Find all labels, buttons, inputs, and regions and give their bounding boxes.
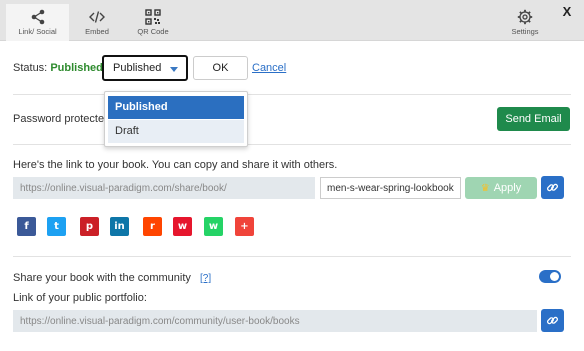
status-value: Published <box>50 62 103 74</box>
status-label: Status: <box>13 62 48 74</box>
reddit-icon[interactable]: r <box>143 217 162 236</box>
tab-link-social-label: Link/ Social <box>18 27 57 36</box>
copy-link-button[interactable] <box>541 176 564 199</box>
help-link[interactable]: [?] <box>200 273 211 284</box>
divider <box>13 144 571 145</box>
code-icon <box>89 11 105 23</box>
share-icon <box>31 9 44 25</box>
community-share-toggle[interactable] <box>539 270 561 283</box>
divider <box>13 94 571 95</box>
portfolio-label: Link of your public portfolio: <box>13 292 147 304</box>
community-share-label: Share your book with the community <box>13 272 191 284</box>
link-description: Here's the link to your book. You can co… <box>13 159 338 171</box>
settings-button[interactable]: Settings <box>497 4 553 41</box>
toggle-knob <box>550 272 559 281</box>
apply-button[interactable]: ♛ Apply <box>465 177 537 199</box>
status-select[interactable]: Published <box>102 55 188 81</box>
linkedin-icon[interactable]: in <box>110 217 129 236</box>
twitter-icon[interactable]: t <box>47 217 66 236</box>
password-protected-label: Password protected <box>13 113 111 125</box>
close-button[interactable]: X <box>560 5 574 19</box>
link-icon <box>546 183 559 192</box>
weibo-icon[interactable]: w <box>173 217 192 236</box>
divider <box>13 256 571 257</box>
more-icon[interactable]: + <box>235 217 254 236</box>
settings-label: Settings <box>511 27 539 36</box>
pinterest-icon[interactable]: p <box>80 217 99 236</box>
send-email-button[interactable]: Send Email <box>497 107 570 131</box>
link-icon <box>546 316 559 325</box>
status-option-draft[interactable]: Draft <box>108 120 244 143</box>
qr-code-icon <box>145 9 161 25</box>
gear-icon <box>517 9 533 25</box>
tab-embed[interactable]: Embed <box>73 4 121 41</box>
status-option-published[interactable]: Published <box>108 96 244 119</box>
tab-qr-code[interactable]: QR Code <box>124 4 182 41</box>
top-toolbar: Link/ Social Embed QR Code Settings X <box>0 0 584 41</box>
portfolio-url-input[interactable] <box>13 310 537 332</box>
ok-button[interactable]: OK <box>193 56 248 80</box>
status-row: Status: Published <box>13 62 103 74</box>
status-dropdown-menu: Published Draft <box>104 91 248 147</box>
crown-icon: ♛ <box>480 182 490 194</box>
community-share-row: Share your book with the community [?] <box>13 272 211 284</box>
share-url-input[interactable] <box>13 177 315 199</box>
tab-qr-code-label: QR Code <box>137 27 169 36</box>
tab-embed-label: Embed <box>85 27 109 36</box>
apply-label: Apply <box>493 182 522 194</box>
copy-portfolio-link-button[interactable] <box>541 309 564 332</box>
tab-link-social[interactable]: Link/ Social <box>6 4 69 41</box>
book-slug-input[interactable] <box>320 177 461 199</box>
status-select-value: Published <box>113 62 162 74</box>
facebook-icon[interactable]: f <box>17 217 36 236</box>
whatsapp-icon[interactable]: w <box>204 217 223 236</box>
chevron-down-icon <box>170 67 178 72</box>
cancel-link[interactable]: Cancel <box>252 62 286 74</box>
